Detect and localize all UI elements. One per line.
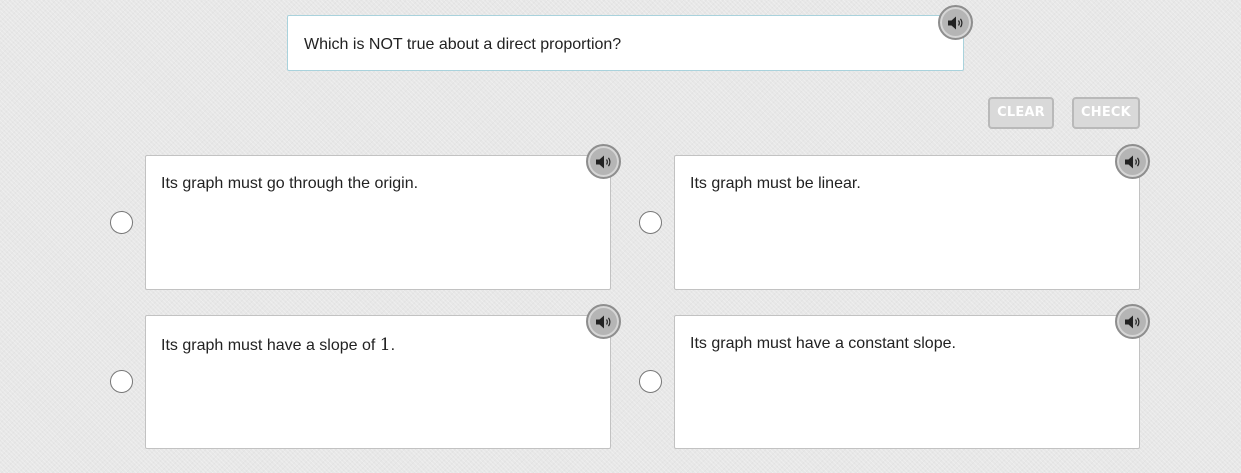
option-4-card[interactable]: Its graph must have a constant slope.: [674, 315, 1140, 449]
option-4-text: Its graph must have a constant slope.: [690, 335, 956, 352]
option-4-radio[interactable]: [639, 370, 662, 393]
option-1-card[interactable]: Its graph must go through the origin.: [145, 155, 611, 290]
speaker-icon: [1124, 155, 1139, 168]
speaker-icon: [947, 16, 962, 29]
option-3-text: Its graph must have a slope of: [161, 337, 380, 354]
option-3-math: 1: [379, 335, 391, 355]
option-1-audio-button[interactable]: [586, 144, 621, 179]
check-button[interactable]: CHECK: [1072, 97, 1140, 129]
question-box: Which is NOT true about a direct proport…: [287, 15, 964, 71]
option-2-card[interactable]: Its graph must be linear.: [674, 155, 1140, 290]
option-3-card[interactable]: Its graph must have a slope of 1.: [145, 315, 611, 449]
option-2-text: Its graph must be linear.: [690, 175, 861, 192]
clear-button[interactable]: CLEAR: [988, 97, 1054, 129]
option-1-text: Its graph must go through the origin.: [161, 175, 419, 192]
question-text: Which is NOT true about a direct proport…: [304, 36, 622, 53]
question-audio-button[interactable]: [938, 5, 973, 40]
option-1-radio[interactable]: [110, 211, 133, 234]
speaker-icon: [595, 155, 610, 168]
option-3-audio-button[interactable]: [586, 304, 621, 339]
option-2-audio-button[interactable]: [1115, 144, 1150, 179]
option-4-audio-button[interactable]: [1115, 304, 1150, 339]
option-3-text-end: .: [390, 337, 396, 354]
option-3-radio[interactable]: [110, 370, 133, 393]
speaker-icon: [1124, 315, 1139, 328]
option-2-radio[interactable]: [639, 211, 662, 234]
speaker-icon: [595, 315, 610, 328]
